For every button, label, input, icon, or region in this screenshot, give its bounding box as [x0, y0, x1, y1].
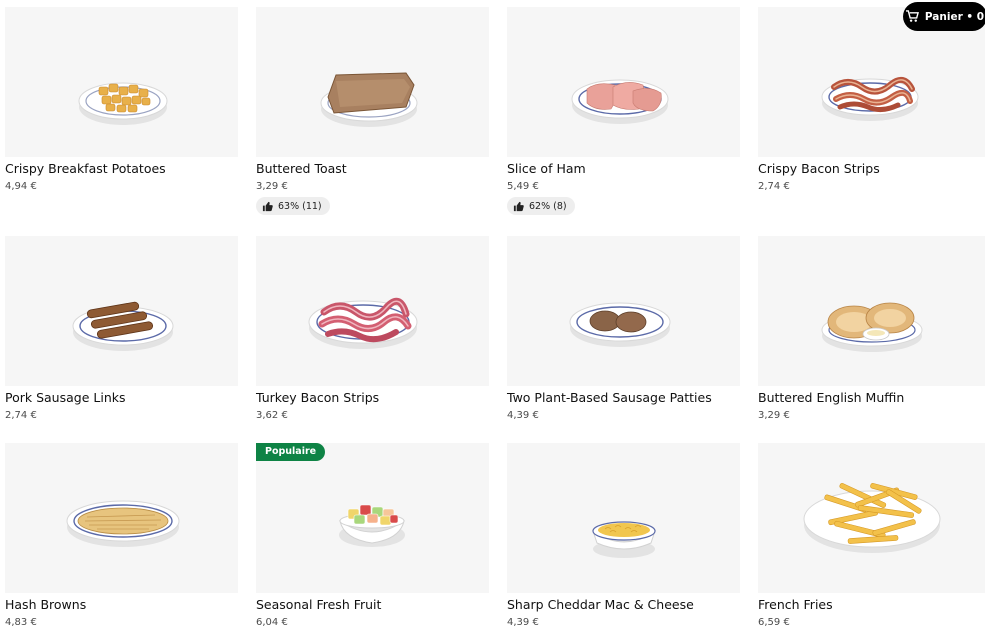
menu-item-name: Sharp Cheddar Mac & Cheese [507, 597, 694, 612]
menu-item-image [758, 443, 985, 593]
menu-item-name: Buttered English Muffin [758, 390, 905, 405]
menu-item-card[interactable]: Sharp Cheddar Mac & Cheese 4,39 € [507, 443, 740, 628]
popular-badge: Populaire [256, 443, 326, 461]
menu-item-card[interactable]: Crispy Breakfast Potatoes 4,94 € [5, 7, 238, 192]
menu-item-card[interactable]: Two Plant-Based Sausage Patties 4,39 € [507, 236, 740, 421]
menu-item-card[interactable]: Buttered Toast 3,29 € 63% (11) [256, 7, 489, 215]
cart-icon [905, 10, 919, 22]
menu-item-price: 4,39 € [507, 617, 539, 628]
menu-item-image [5, 443, 238, 593]
thumbs-up-icon [513, 201, 524, 211]
menu-item-image: Populaire [256, 443, 489, 593]
menu-item-image [507, 7, 740, 157]
rating-pill: 62% (8) [507, 197, 575, 215]
rating-text: 62% (8) [529, 200, 567, 212]
menu-item-price: 3,62 € [256, 410, 288, 421]
menu-item-name: Crispy Bacon Strips [758, 161, 880, 176]
menu-item-name: Two Plant-Based Sausage Patties [507, 390, 712, 405]
menu-item-price: 4,94 € [5, 181, 37, 192]
menu-item-price: 3,29 € [758, 410, 790, 421]
menu-item-image [256, 7, 489, 157]
menu-item-card[interactable]: Turkey Bacon Strips 3,62 € [256, 236, 489, 421]
menu-item-image [507, 236, 740, 386]
menu-item-card[interactable]: Buttered English Muffin 3,29 € [758, 236, 985, 421]
menu-item-image [5, 236, 238, 386]
menu-item-price: 2,74 € [5, 410, 37, 421]
menu-item-name: Hash Browns [5, 597, 87, 612]
menu-item-price: 2,74 € [758, 181, 790, 192]
rating-text: 63% (11) [278, 200, 322, 212]
menu-item-name: Slice of Ham [507, 161, 586, 176]
thumbs-up-icon [262, 201, 273, 211]
menu-item-image [758, 236, 985, 386]
menu-item-name: French Fries [758, 597, 833, 612]
rating-pill: 63% (11) [256, 197, 330, 215]
menu-item-price: 4,83 € [5, 617, 37, 628]
menu-item-image [507, 443, 740, 593]
cart-button[interactable]: Panier • 0 [903, 2, 985, 31]
menu-item-name: Turkey Bacon Strips [256, 390, 380, 405]
menu-item-name: Buttered Toast [256, 161, 347, 176]
menu-item-price: 5,49 € [507, 181, 539, 192]
menu-grid: Crispy Breakfast Potatoes 4,94 € Buttere… [0, 0, 985, 640]
menu-item-price: 3,29 € [256, 181, 288, 192]
cart-label: Panier • 0 [924, 10, 985, 23]
menu-item-card[interactable]: Slice of Ham 5,49 € 62% (8) [507, 7, 740, 215]
menu-item-name: Pork Sausage Links [5, 390, 126, 405]
menu-item-card[interactable]: French Fries 6,59 € [758, 443, 985, 628]
menu-item-image [256, 236, 489, 386]
menu-item-card[interactable]: Pork Sausage Links 2,74 € [5, 236, 238, 421]
menu-item-price: 4,39 € [507, 410, 539, 421]
menu-item-card[interactable]: Hash Browns 4,83 € [5, 443, 238, 628]
menu-item-image [5, 7, 238, 157]
menu-item-name: Crispy Breakfast Potatoes [5, 161, 166, 176]
menu-item-name: Seasonal Fresh Fruit [256, 597, 382, 612]
menu-item-price: 6,04 € [256, 617, 288, 628]
menu-item-price: 6,59 € [758, 617, 790, 628]
menu-item-card[interactable]: Populaire Seasonal Fresh Fruit 6,04 € [256, 443, 489, 628]
